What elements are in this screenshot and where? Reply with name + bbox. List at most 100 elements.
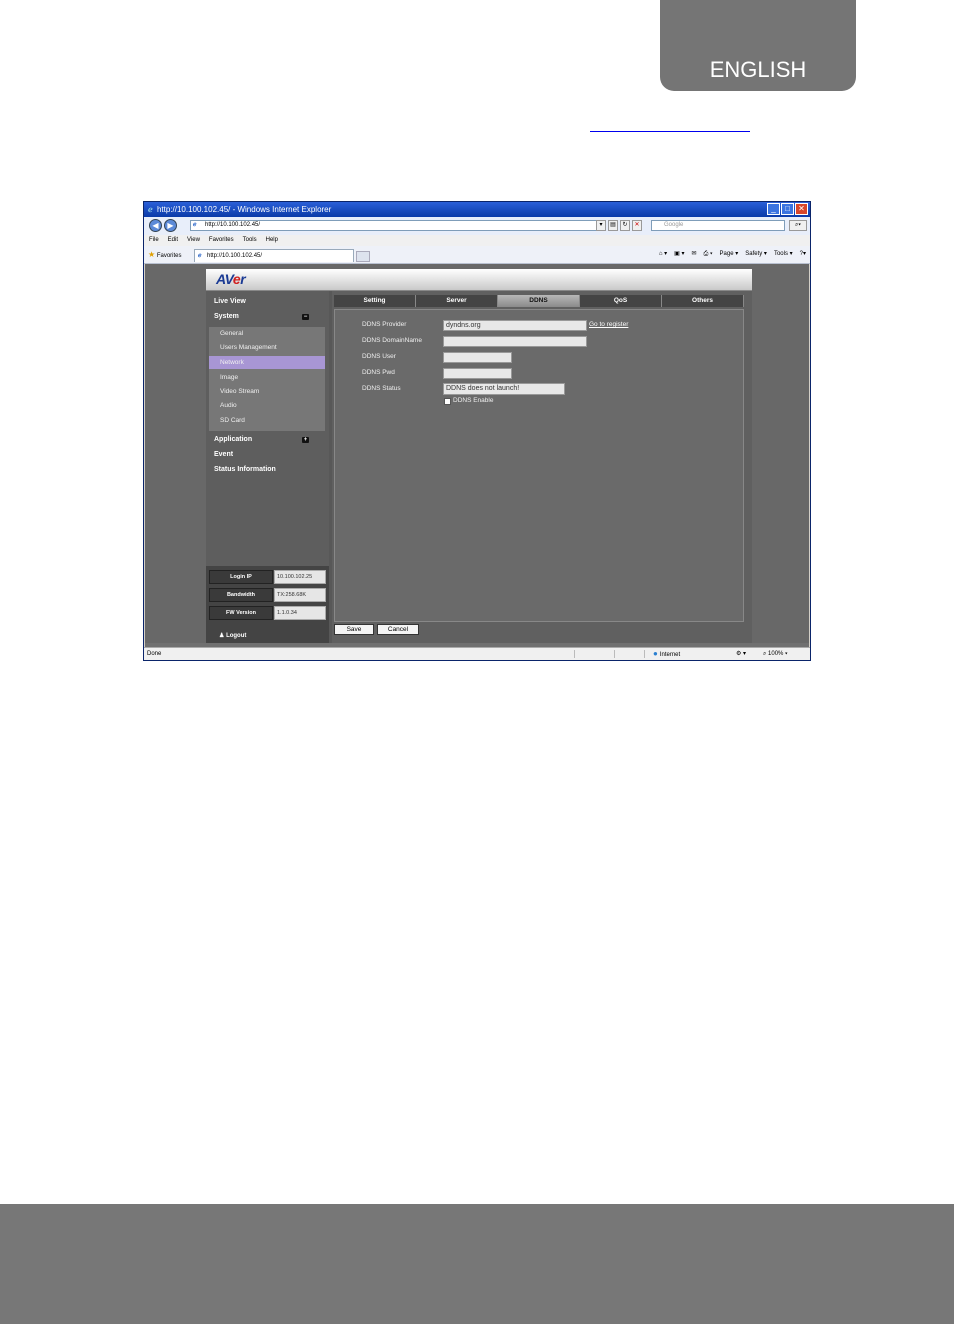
- menu-file[interactable]: File: [149, 235, 159, 246]
- favorites-button[interactable]: ★ Favorites: [148, 249, 182, 262]
- back-button[interactable]: ◀: [149, 219, 162, 232]
- footer-band: [0, 1204, 954, 1324]
- aver-logo: AVer: [216, 271, 246, 287]
- bandwidth-row: Bandwidth TX:258.68K: [209, 588, 326, 602]
- tab-others[interactable]: Others: [662, 295, 744, 307]
- page-icon: ℯ: [193, 222, 197, 228]
- ddns-status-value: DDNS does not launch!: [443, 383, 565, 395]
- sidebar-item-users-management[interactable]: Users Management: [209, 341, 325, 354]
- menu-tools[interactable]: Tools: [243, 235, 257, 246]
- ddns-user-input[interactable]: [443, 352, 512, 363]
- tab-setting[interactable]: Setting: [334, 295, 416, 307]
- expand-icon[interactable]: +: [302, 437, 309, 443]
- collapse-icon[interactable]: −: [302, 314, 309, 320]
- status-divider: [644, 650, 645, 658]
- favorites-label: Favorites: [156, 253, 182, 259]
- search-input[interactable]: Google: [651, 220, 785, 231]
- compatibility-icon[interactable]: ▤: [608, 220, 618, 231]
- camera-web-app: AVer Live View System − General Users Ma…: [206, 269, 752, 643]
- ddns-panel: DDNS Provider dyndns.org Go to register …: [334, 309, 744, 622]
- ddns-pwd-label: DDNS Pwd: [362, 369, 395, 376]
- protected-mode-icon[interactable]: ⚙ ▾: [736, 648, 746, 660]
- refresh-icon[interactable]: ↻: [620, 220, 630, 231]
- feeds-icon[interactable]: ▣ ▾: [674, 248, 684, 261]
- ddns-user-label: DDNS User: [362, 353, 396, 360]
- nav-event[interactable]: Event: [206, 447, 329, 462]
- home-icon[interactable]: ⌂ ▾: [659, 248, 667, 261]
- fw-version-value: 1.1.0.34: [274, 606, 326, 620]
- tab-server[interactable]: Server: [416, 295, 498, 307]
- network-tabs: Setting Server DDNS QoS Others: [334, 295, 744, 307]
- status-divider: [614, 650, 615, 658]
- cancel-button[interactable]: Cancel: [377, 624, 419, 635]
- close-button[interactable]: ✕: [795, 203, 808, 215]
- sidebar: Live View System − General Users Managem…: [206, 291, 329, 643]
- safety-menu[interactable]: Safety ▾: [745, 248, 767, 261]
- status-divider: [574, 650, 575, 658]
- language-label: ENGLISH: [709, 57, 807, 82]
- zone-label: Internet: [659, 652, 681, 658]
- ddns-pwd-input[interactable]: [443, 368, 512, 379]
- ddns-enable-checkbox[interactable]: [444, 398, 451, 405]
- language-tab: ENGLISH: [660, 0, 856, 91]
- globe-icon: ●: [653, 649, 658, 658]
- app-header: AVer: [206, 269, 752, 291]
- address-text: http://10.100.102.45/: [205, 222, 261, 228]
- logout-button[interactable]: ♟ Logout: [206, 629, 329, 643]
- browser-tab[interactable]: ℯ http://10.100.102.45/: [194, 249, 354, 262]
- nav-application[interactable]: Application +: [206, 432, 329, 447]
- status-info-panel: Login IP 10.100.102.25 Bandwidth TX:258.…: [206, 566, 329, 643]
- zoom-level: 100%: [768, 651, 784, 657]
- stop-icon[interactable]: ✕: [632, 220, 642, 231]
- status-text: Done: [147, 651, 162, 657]
- sidebar-item-image[interactable]: Image: [209, 371, 325, 384]
- new-tab-button[interactable]: [356, 251, 370, 262]
- address-input[interactable]: ℯ http://10.100.102.45/: [190, 220, 604, 231]
- help-icon[interactable]: ?▾: [800, 248, 806, 261]
- ie-logo-icon: ℯ: [148, 205, 153, 214]
- tools-menu[interactable]: Tools ▾: [774, 248, 793, 261]
- minimize-button[interactable]: _: [767, 203, 780, 215]
- ddns-enable-label: DDNS Enable: [453, 397, 494, 404]
- ddns-domain-label: DDNS DomainName: [362, 337, 422, 344]
- nav-system[interactable]: System −: [206, 309, 329, 324]
- zoom-control[interactable]: ⌕ 100% ▾: [763, 648, 788, 660]
- tab-title: http://10.100.102.45/: [207, 253, 263, 259]
- nav-status-information[interactable]: Status Information: [206, 462, 329, 477]
- save-button[interactable]: Save: [334, 624, 374, 635]
- browser-window: ℯ http://10.100.102.45/ - Windows Intern…: [143, 201, 811, 661]
- search-icon[interactable]: ⌕▾: [789, 220, 807, 231]
- forward-button[interactable]: ▶: [164, 219, 177, 232]
- menu-help[interactable]: Help: [266, 235, 278, 246]
- window-title: http://10.100.102.45/ - Windows Internet…: [156, 205, 332, 214]
- ddns-status-label: DDNS Status: [362, 385, 401, 392]
- menu-favorites[interactable]: Favorites: [209, 235, 234, 246]
- sidebar-item-audio[interactable]: Audio: [209, 399, 325, 412]
- menu-view[interactable]: View: [187, 235, 200, 246]
- page-menu[interactable]: Page ▾: [720, 248, 739, 261]
- system-submenu: General Users Management Network Image V…: [209, 327, 325, 431]
- tab-page-icon: ℯ: [198, 253, 202, 259]
- menu-edit[interactable]: Edit: [168, 235, 178, 246]
- ddns-domain-input[interactable]: [443, 336, 587, 347]
- sidebar-item-general[interactable]: General: [209, 327, 325, 340]
- tab-qos[interactable]: QoS: [580, 295, 662, 307]
- login-ip-value: 10.100.102.25: [274, 570, 326, 584]
- address-bar: ◀ ▶ ℯ http://10.100.102.45/ ▾ ▤ ↻ ✕ Goog…: [144, 217, 810, 235]
- link-underline[interactable]: [590, 131, 750, 132]
- favorites-bar: ★ Favorites ℯ http://10.100.102.45/ ⌂ ▾ …: [144, 246, 810, 264]
- print-icon[interactable]: ⎙ ▾: [704, 248, 713, 261]
- tab-ddns[interactable]: DDNS: [498, 295, 580, 307]
- go-to-register-link[interactable]: Go to register: [589, 320, 628, 330]
- menu-bar: File Edit View Favorites Tools Help: [144, 235, 810, 246]
- dropdown-arrow-icon[interactable]: ▾: [596, 220, 606, 231]
- bandwidth-label: Bandwidth: [209, 588, 273, 602]
- login-ip-label: Login IP: [209, 570, 273, 584]
- ddns-provider-select[interactable]: dyndns.org: [443, 320, 587, 331]
- sidebar-item-network[interactable]: Network: [209, 356, 325, 369]
- maximize-button[interactable]: □: [781, 203, 794, 215]
- sidebar-item-video-stream[interactable]: Video Stream: [209, 385, 325, 398]
- sidebar-item-sd-card[interactable]: SD Card: [209, 414, 325, 427]
- nav-live-view[interactable]: Live View: [206, 294, 329, 309]
- mail-icon[interactable]: ✉: [692, 248, 697, 261]
